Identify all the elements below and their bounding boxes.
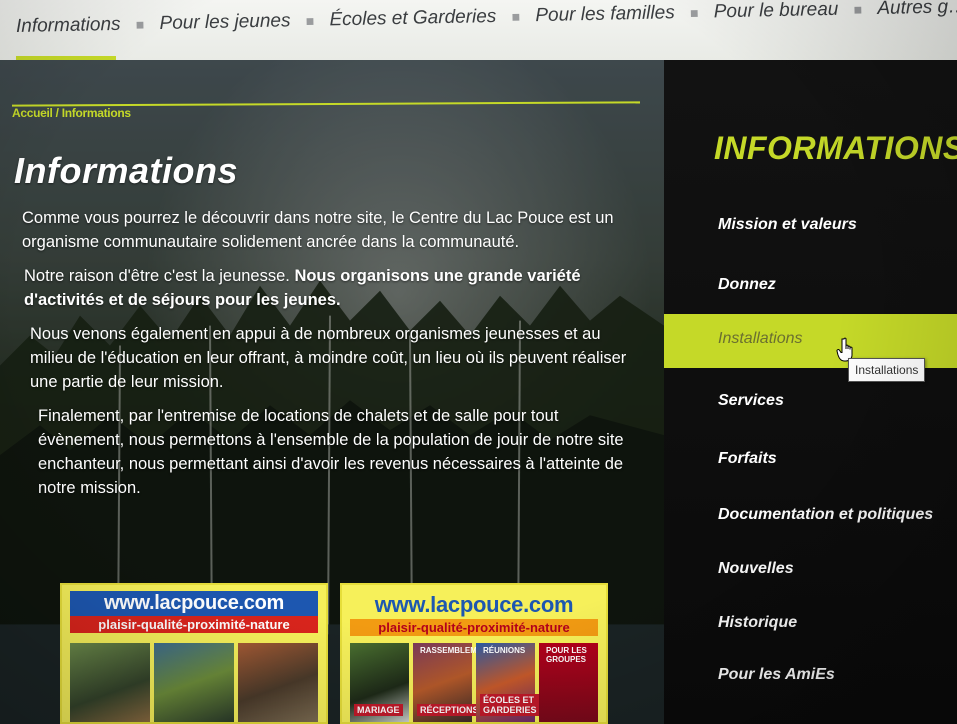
ad-photos [70,643,318,722]
sidebar-item-label: Donnez [718,276,776,293]
ad-photo: RASSEMBLEMENTS RÉCEPTIONS [413,643,498,722]
nav-separator: ■ [689,4,699,21]
page-title: Informations [14,150,239,191]
nav-separator: ■ [853,1,863,18]
breadcrumb[interactable]: Accueil / Informations [12,106,131,120]
nav-separator: ■ [135,16,145,33]
sidebar-item-historique[interactable]: Historique [664,598,957,652]
hero-section: Accueil / Informations Informations Comm… [0,60,664,724]
intro-paragraph: Comme vous pourrez le découvrir dans not… [22,209,614,251]
nav-row: Informations ■ Pour les jeunes ■ Écoles … [16,0,957,38]
ad-photo [70,643,150,722]
ad-url: www.lacpouce.com [350,591,598,619]
sidebar-item-label: Forfaits [718,450,777,467]
sidebar-item-label: Mission et valeurs [718,216,857,233]
sidebar-item-label: Documentation et politiques [718,506,934,523]
ad-photo-label: RÉUNIONS [483,646,526,655]
sidebar: INFORMATIONS Mission et valeurs Donnez I… [664,60,957,724]
nav-item-pour-le-bureau[interactable]: Pour le bureau [714,0,839,23]
sidebar-item-nouvelles[interactable]: Nouvelles [664,544,957,598]
sidebar-item-label: Historique [718,614,798,631]
ad-photos: MARIAGE RASSEMBLEMENTS RÉCEPTIONS RÉUNIO… [350,643,598,722]
sidebar-item-forfaits[interactable]: Forfaits [664,434,957,488]
ad-photo: RÉUNIONS ÉCOLES ET GARDERIES [476,643,540,722]
sidebar-item-services[interactable]: Services [664,376,957,430]
ad-photo [154,643,234,722]
ad-photo-label: RÉCEPTIONS [417,704,482,716]
ad-banner-2[interactable]: www.lacpouce.com plaisir-qualité-proximi… [340,583,608,724]
ad-banners: www.lacpouce.com plaisir-qualité-proximi… [60,583,630,724]
nav-item-pour-les-familles[interactable]: Pour les familles [535,2,675,27]
sidebar-item-documentation[interactable]: Documentation et politiques [664,490,957,544]
ad-photo: POUR LES GROUPES [539,643,598,722]
rentals-paragraph: Finalement, par l'entremise de locations… [38,407,624,497]
ad-url: www.lacpouce.com [70,591,318,616]
ad-photo [238,643,318,722]
top-navigation: Informations ■ Pour les jeunes ■ Écoles … [0,0,957,60]
nav-separator: ■ [305,12,315,29]
mission-text: Notre raison d'être c'est la jeunesse. [24,267,295,285]
sidebar-item-mission-et-valeurs[interactable]: Mission et valeurs [664,200,957,254]
ad-tagline: plaisir-qualité-proximité-nature [350,619,598,636]
ad-photo: MARIAGE [350,643,409,722]
ad-photo-label: POUR LES GROUPES [546,646,587,664]
ad-banner-1[interactable]: www.lacpouce.com plaisir-qualité-proximi… [60,583,328,724]
tooltip: Installations [848,358,926,382]
nav-item-ecoles-et-garderies[interactable]: Écoles et Garderies [329,6,496,31]
sidebar-item-label: Pour les AmiEs [718,666,835,683]
ad-photo-label: MARIAGE [354,704,403,716]
nav-item-autres[interactable]: Autres g… [877,0,957,20]
sidebar-title: INFORMATIONS [714,130,957,166]
nav-item-pour-les-jeunes[interactable]: Pour les jeunes [159,10,290,35]
nav-separator: ■ [511,8,521,25]
support-paragraph: Nous venons également en appui à de nomb… [30,325,627,391]
sidebar-item-label: Installations [718,330,803,347]
ad-tagline: plaisir-qualité-proximité-nature [70,616,318,633]
nav-item-informations[interactable]: Informations [16,14,121,38]
sidebar-item-label: Nouvelles [718,560,794,577]
mission-paragraph: Notre raison d'être c'est la jeunesse. N… [22,264,632,312]
ad-photo-label: ÉCOLES ET GARDERIES [480,694,540,716]
page-content: Comme vous pourrez le découvrir dans not… [22,206,632,510]
sidebar-item-pour-les-amies[interactable]: Pour les AmiEs [664,650,957,704]
sidebar-item-label: Services [718,392,784,409]
sidebar-item-donnez[interactable]: Donnez [664,260,957,314]
